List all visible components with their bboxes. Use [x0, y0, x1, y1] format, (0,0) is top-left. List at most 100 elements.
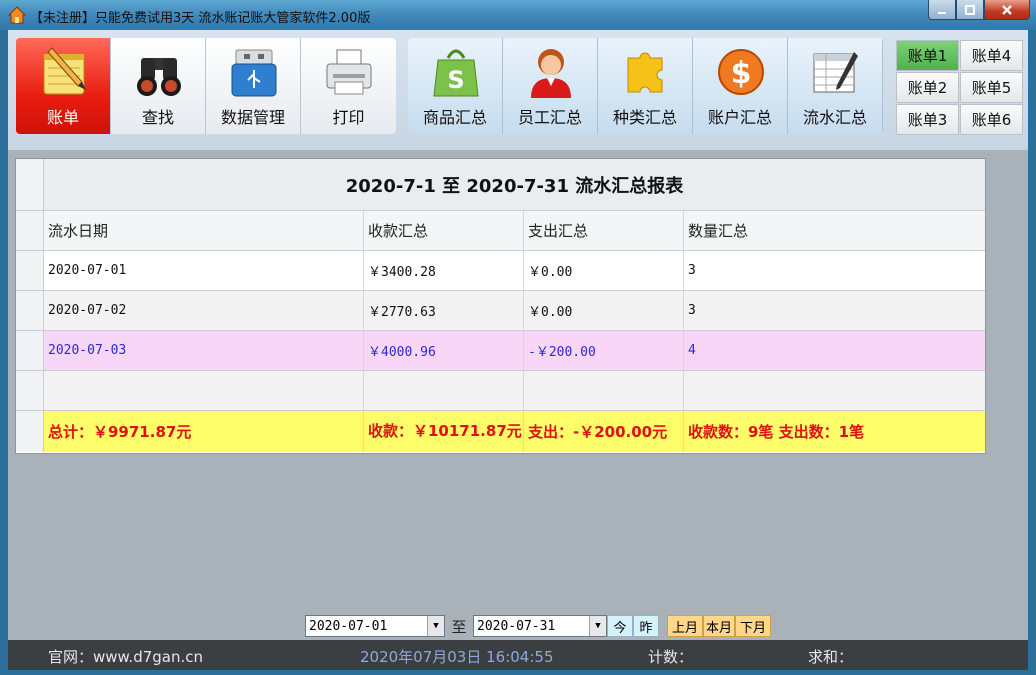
yesterday-button[interactable]: 昨 [633, 615, 659, 637]
report-title: 2020-7-1 至 2020-7-31 流水汇总报表 [345, 175, 684, 197]
maximize-button[interactable] [956, 0, 984, 20]
cell-date[interactable]: 2020-07-01 [44, 251, 364, 290]
cell-expense[interactable]: ￥0.00 [524, 291, 684, 330]
bill-tab-5[interactable]: 账单5 [960, 72, 1023, 103]
main-window: 账单 查找 数据管理 打印 S 商品汇总 员工汇总 种类汇总 $ 账户汇总 流水… [8, 30, 1028, 670]
chevron-down-icon[interactable]: ▼ [589, 616, 606, 636]
report-area: 2020-7-1 至 2020-7-31 流水汇总报表 流水日期 收款汇总 支出… [8, 150, 1028, 640]
staff-summary-label: 员工汇总 [517, 108, 582, 127]
minimize-button[interactable] [928, 0, 956, 20]
row-header[interactable] [16, 371, 44, 410]
window-controls [928, 0, 1030, 20]
cell-quantity[interactable]: 4 [684, 331, 984, 370]
start-date-picker[interactable]: 2020-07-01 ▼ [305, 615, 445, 637]
column-header-income[interactable]: 收款汇总 [364, 211, 524, 250]
row-header [16, 159, 44, 210]
cell-date[interactable]: 2020-07-03 [44, 331, 364, 370]
category-summary-button[interactable]: 种类汇总 [598, 38, 693, 134]
search-button[interactable]: 查找 [111, 38, 206, 134]
row-header[interactable] [16, 331, 44, 370]
print-button-label: 打印 [332, 108, 365, 127]
total-expense: 支出：-￥200.00元 [524, 411, 684, 452]
puzzle-piece-icon [627, 52, 663, 93]
today-button[interactable]: 今 [607, 615, 633, 637]
account-summary-label: 账户汇总 [707, 108, 772, 127]
column-header-quantity[interactable]: 数量汇总 [684, 211, 984, 250]
cell-income[interactable] [364, 371, 524, 410]
product-summary-button[interactable]: S 商品汇总 [408, 38, 503, 134]
printer-icon [326, 49, 372, 95]
cell-expense[interactable] [524, 371, 684, 410]
cell-expense[interactable]: -￥200.00 [524, 331, 684, 370]
end-date-value: 2020-07-31 [477, 619, 556, 634]
cell-quantity[interactable]: 3 [684, 291, 984, 330]
cell-expense[interactable]: ￥0.00 [524, 251, 684, 290]
data-management-button[interactable]: 数据管理 [206, 38, 301, 134]
svg-text:S: S [447, 66, 464, 94]
close-icon [1002, 4, 1012, 15]
table-row-selected[interactable]: 2020-07-03 ￥4000.96 -￥200.00 4 [16, 331, 985, 371]
toolbar-group-main: 账单 查找 数据管理 打印 [16, 38, 396, 134]
total-counts: 收款数：9笔 支出数：1笔 [688, 423, 865, 441]
bill-tab-6[interactable]: 账单6 [960, 104, 1023, 135]
flow-summary-label: 流水汇总 [802, 108, 867, 127]
title-bar: 【未注册】只能免费试用3天 流水账记账大管家软件2.00版 [0, 0, 1036, 30]
last-month-button[interactable]: 上月 [667, 615, 703, 637]
row-header [16, 211, 44, 250]
cell-income[interactable]: ￥3400.28 [364, 251, 524, 290]
svg-text:$: $ [731, 56, 752, 91]
notepad-pencil-icon [43, 47, 86, 95]
cell-income[interactable]: ￥4000.96 [364, 331, 524, 370]
cell-income[interactable]: ￥2770.63 [364, 291, 524, 330]
cell-quantity[interactable]: 3 [684, 251, 984, 290]
total-income: 收款：￥10171.87元 [364, 411, 524, 452]
report-title-row: 2020-7-1 至 2020-7-31 流水汇总报表 [16, 159, 985, 211]
category-summary-label: 种类汇总 [612, 108, 677, 127]
this-month-button[interactable]: 本月 [703, 615, 735, 637]
column-header-date[interactable]: 流水日期 [44, 211, 364, 250]
binoculars-icon [137, 58, 181, 96]
start-date-value: 2020-07-01 [309, 619, 388, 634]
summary-report-grid: 2020-7-1 至 2020-7-31 流水汇总报表 流水日期 收款汇总 支出… [15, 158, 986, 454]
bill-tab-2[interactable]: 账单2 [896, 72, 959, 103]
row-header[interactable] [16, 251, 44, 290]
cell-date[interactable]: 2020-07-02 [44, 291, 364, 330]
totals-row: 总计：￥9971.87元 收款：￥10171.87元 支出：-￥200.00元 … [16, 411, 985, 452]
print-button[interactable]: 打印 [301, 38, 396, 134]
window-title: 【未注册】只能免费试用3天 流水账记账大管家软件2.00版 [30, 11, 371, 26]
dollar-coin-icon: $ [718, 49, 764, 95]
table-row[interactable]: 2020-07-02 ￥2770.63 ￥0.00 3 [16, 291, 985, 331]
table-row-empty[interactable] [16, 371, 985, 411]
cell-quantity[interactable] [684, 371, 984, 410]
column-header-row: 流水日期 收款汇总 支出汇总 数量汇总 [16, 211, 985, 251]
table-row[interactable]: 2020-07-01 ￥3400.28 ￥0.00 3 [16, 251, 985, 291]
app-house-icon [8, 6, 26, 24]
bill-switcher: 账单1 账单4 账单2 账单5 账单3 账单6 [896, 40, 1023, 135]
cell-date[interactable] [44, 371, 364, 410]
flow-summary-button[interactable]: 流水汇总 [788, 38, 883, 134]
website-text: 官网：www.d7gan.cn [48, 648, 204, 666]
total-net: 总计：￥9971.87元 [44, 411, 364, 452]
bill-button[interactable]: 账单 [16, 38, 111, 134]
datetime-text: 2020年07月03日 16:04:55 [360, 648, 554, 666]
close-button[interactable] [984, 0, 1030, 20]
bill-tab-4[interactable]: 账单4 [960, 40, 1023, 71]
end-date-picker[interactable]: 2020-07-31 ▼ [473, 615, 607, 637]
bill-tab-3[interactable]: 账单3 [896, 104, 959, 135]
row-header [16, 411, 44, 452]
count-label: 计数： [648, 648, 694, 666]
chevron-down-icon[interactable]: ▼ [427, 616, 444, 636]
bill-tab-1[interactable]: 账单1 [896, 40, 959, 71]
bill-button-label: 账单 [46, 108, 79, 127]
person-icon [531, 49, 571, 98]
account-summary-button[interactable]: $ 账户汇总 [693, 38, 788, 134]
row-header[interactable] [16, 291, 44, 330]
product-summary-label: 商品汇总 [422, 108, 487, 127]
toolbar: 账单 查找 数据管理 打印 S 商品汇总 员工汇总 种类汇总 $ 账户汇总 流水… [8, 30, 1028, 150]
staff-summary-button[interactable]: 员工汇总 [503, 38, 598, 134]
column-header-expense[interactable]: 支出汇总 [524, 211, 684, 250]
status-bar: 官网：www.d7gan.cn 2020年07月03日 16:04:55 计数：… [8, 640, 1028, 670]
date-range-bar: 2020-07-01 ▼ 至 2020-07-31 ▼ 今 昨 上月 本月 下月 [305, 614, 771, 638]
sum-label: 求和： [808, 648, 854, 666]
next-month-button[interactable]: 下月 [735, 615, 771, 637]
